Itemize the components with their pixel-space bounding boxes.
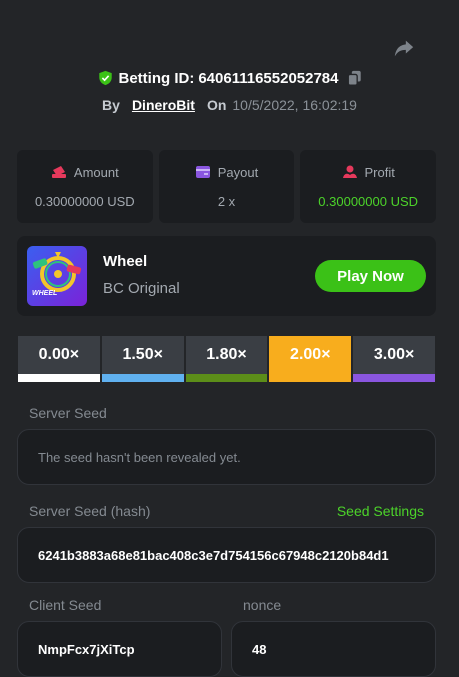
bet-date: 10/5/2022, 16:02:19 xyxy=(232,97,357,113)
multiplier-tile: 1.80× xyxy=(185,336,268,382)
multiplier-tile: 1.50× xyxy=(101,336,184,382)
server-seed-value: The seed hasn't been revealed yet. xyxy=(38,449,241,465)
by-label: By xyxy=(102,97,120,113)
verified-shield-icon xyxy=(98,70,112,86)
author-row: By DineroBit On 10/5/2022, 16:02:19 xyxy=(0,95,459,115)
multiplier-color-bar xyxy=(18,374,100,382)
betting-id-value: 64061116552052784 xyxy=(198,69,339,87)
play-now-button[interactable]: Play Now xyxy=(315,260,426,292)
server-seed-hash-field[interactable]: 6241b3883a68e81bac408c3e7d754156c67948c2… xyxy=(17,527,436,583)
server-seed-field[interactable]: The seed hasn't been revealed yet. xyxy=(17,429,436,485)
multiplier-color-bar xyxy=(185,374,268,382)
share-icon[interactable] xyxy=(393,37,415,59)
betting-id-label: Betting ID: xyxy=(118,69,195,87)
multiplier-tile: 3.00× xyxy=(353,336,435,382)
profit-icon xyxy=(342,165,357,178)
game-card: WHEEL Wheel BC Original Play Now xyxy=(17,236,436,316)
server-seed-hash-label: Server Seed (hash) xyxy=(29,503,151,519)
multiplier-label: 2.00× xyxy=(290,346,331,363)
amount-value: 0.30000000 USD xyxy=(34,193,135,209)
nonce-field[interactable]: 48 xyxy=(231,621,436,677)
amount-label: Amount xyxy=(73,164,119,180)
client-seed-label: Client Seed xyxy=(29,597,102,613)
payout-label: Payout xyxy=(217,164,259,180)
server-seed-hash-value: 6241b3883a68e81bac408c3e7d754156c67948c2… xyxy=(38,547,389,563)
amount-icon xyxy=(51,166,66,178)
profit-label: Profit xyxy=(364,164,395,180)
payout-card: Payout 2 x xyxy=(158,150,295,223)
game-name: Wheel xyxy=(103,253,148,270)
multiplier-color-bar xyxy=(353,374,435,382)
profit-card: Profit 0.30000000 USD xyxy=(300,150,437,223)
amount-card: Amount 0.30000000 USD xyxy=(17,150,153,223)
nonce-label: nonce xyxy=(243,597,282,613)
wheel-game-thumbnail[interactable]: WHEEL xyxy=(27,246,87,306)
seed-settings-link[interactable]: Seed Settings xyxy=(337,503,424,519)
profit-value: 0.30000000 USD xyxy=(318,193,419,209)
multiplier-label: 1.80× xyxy=(206,346,247,363)
wallet-icon xyxy=(195,166,210,178)
multiplier-tile: 2.00× xyxy=(269,336,352,382)
multiplier-tile: 0.00× xyxy=(18,336,100,382)
server-seed-label: Server Seed xyxy=(29,405,107,421)
multiplier-color-bar xyxy=(269,374,352,382)
bet-stats: Amount 0.30000000 USD Payout 2 x Profit … xyxy=(17,150,437,223)
multiplier-row: 0.00× 1.50× 1.80× 2.00× 3.00× xyxy=(18,336,435,382)
multiplier-label: 0.00× xyxy=(38,346,80,363)
on-label: On xyxy=(206,97,227,113)
client-seed-field[interactable]: NmpFcx7jXiTcp xyxy=(17,621,222,677)
betting-id-row: Betting ID: 64061116552052784 xyxy=(0,68,459,88)
thumbnail-title: WHEEL xyxy=(32,290,58,297)
username-link[interactable]: DineroBit xyxy=(132,97,195,113)
multiplier-color-bar xyxy=(101,374,184,382)
multiplier-label: 3.00× xyxy=(373,346,415,363)
copy-icon[interactable] xyxy=(347,70,362,86)
game-subtitle: BC Original xyxy=(103,280,180,297)
multiplier-label: 1.50× xyxy=(122,346,163,363)
payout-value: 2 x xyxy=(217,193,236,209)
